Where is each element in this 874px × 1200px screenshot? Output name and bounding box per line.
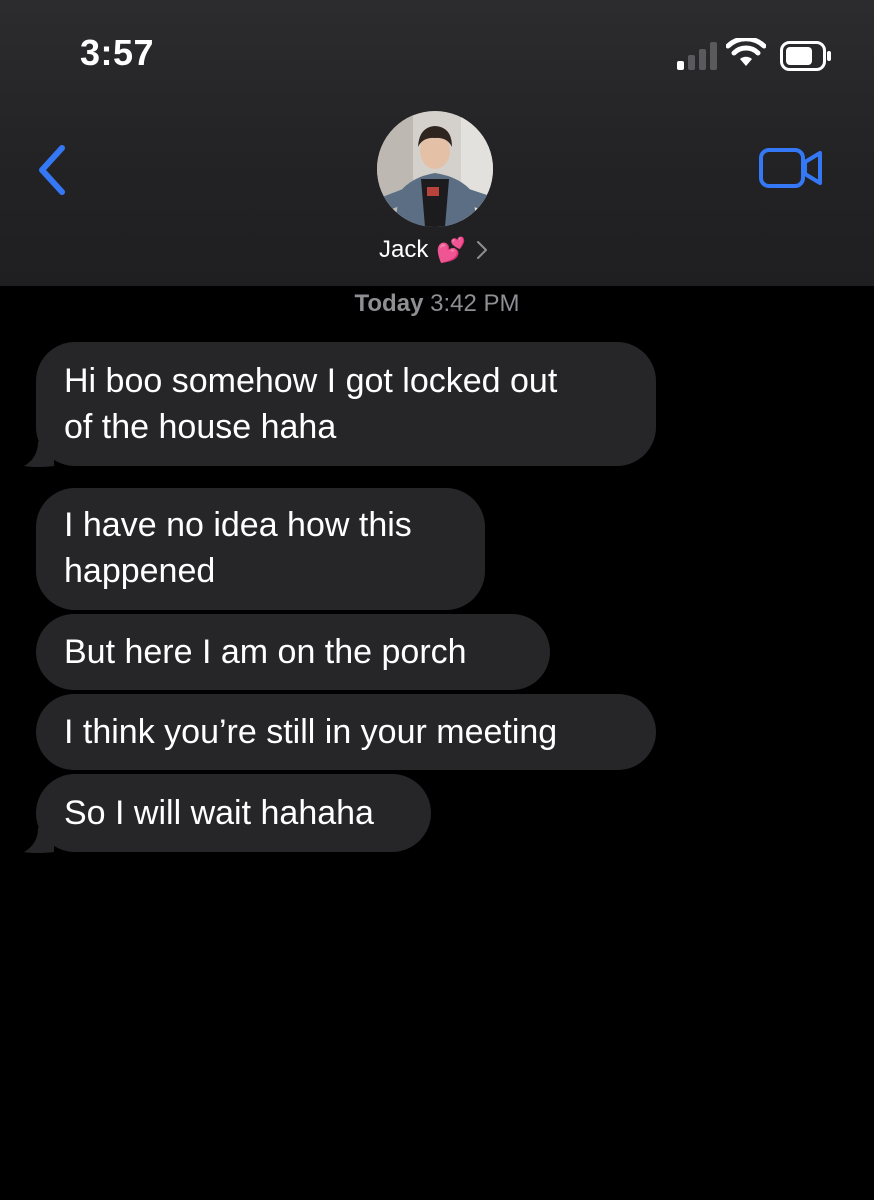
contact-name: Jack	[379, 236, 429, 263]
cellular-signal-icon	[677, 42, 717, 70]
chevron-left-icon[interactable]	[30, 140, 74, 200]
bubble-tail	[24, 828, 54, 853]
battery-icon	[780, 41, 831, 71]
message-bubble[interactable]: I think you’re still in your meeting	[36, 694, 656, 770]
video-camera-icon[interactable]	[758, 147, 824, 189]
wifi-icon	[726, 38, 766, 66]
message-bubble[interactable]: I have no idea how this happened	[36, 488, 485, 610]
message-timestamp: Today 3:42 PM	[0, 290, 874, 318]
hearts-emoji: 💕	[436, 236, 467, 264]
timestamp-day: Today	[354, 290, 424, 317]
message-bubble[interactable]: Hi boo somehow I got locked out of the h…	[36, 342, 656, 466]
contact-name-button[interactable]: Jack 💕	[379, 232, 488, 268]
message-bubble[interactable]: So I will wait hahaha	[36, 774, 431, 852]
message-bubble[interactable]: But here I am on the porch	[36, 614, 550, 690]
conversation-header: 3:57 Jack 💕	[0, 0, 874, 286]
timestamp-time: 3:42 PM	[430, 290, 520, 317]
bubble-tail	[24, 442, 54, 467]
contact-avatar[interactable]	[377, 111, 493, 227]
status-bar-time: 3:57	[80, 32, 155, 73]
chevron-right-icon	[477, 241, 488, 259]
